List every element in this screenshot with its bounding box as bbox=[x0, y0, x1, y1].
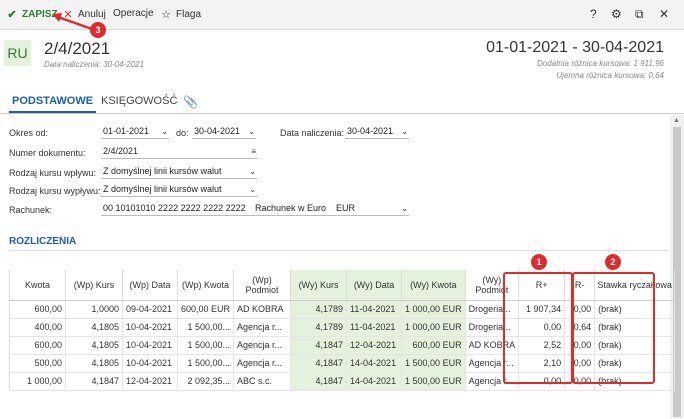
callout-arrow bbox=[52, 13, 93, 31]
